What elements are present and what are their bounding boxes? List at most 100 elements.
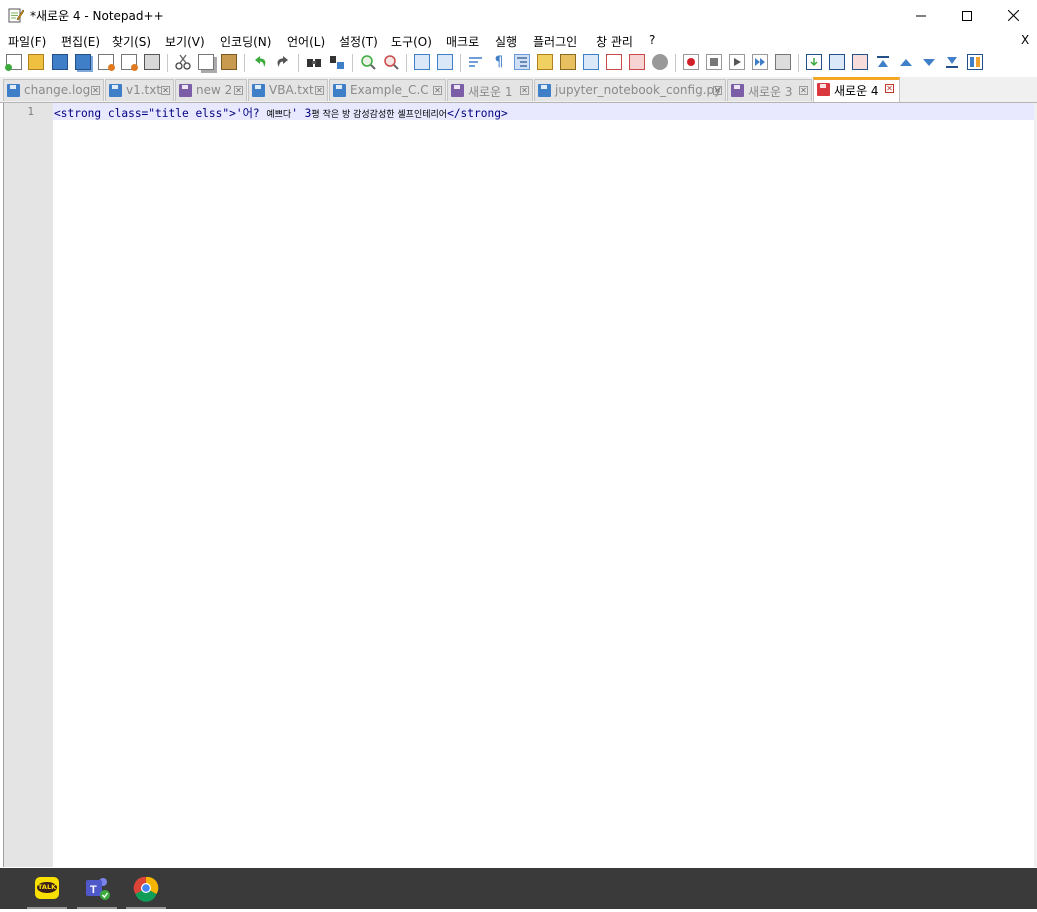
pen-icon[interactable] xyxy=(0,868,6,909)
new-file-icon[interactable] xyxy=(5,54,22,71)
playback-icon[interactable] xyxy=(729,54,745,70)
find-icon[interactable] xyxy=(306,54,322,70)
tab-label: jupyter_notebook_config.py xyxy=(555,83,722,97)
tab-close-icon[interactable]: ✕ xyxy=(433,86,442,95)
tab-label: 새로운 1 xyxy=(468,85,513,99)
menu-window[interactable]: 창 관리 xyxy=(596,33,633,50)
compare-settings-icon[interactable] xyxy=(967,54,983,70)
menu-plugins[interactable]: 플러그인 xyxy=(533,33,577,50)
tab-label: Example_C.C xyxy=(350,83,429,97)
replace-icon[interactable] xyxy=(329,54,345,70)
chrome-app[interactable] xyxy=(126,868,166,909)
tab-close-icon[interactable]: ✕ xyxy=(799,86,808,95)
maximize-button[interactable] xyxy=(944,0,990,31)
menu-edit[interactable]: 편집(E) xyxy=(61,33,100,50)
indent-guide-icon[interactable] xyxy=(514,54,530,70)
sync-horizontal-icon[interactable] xyxy=(437,54,453,70)
code-text: ' 3 xyxy=(291,107,312,120)
document-map-icon[interactable] xyxy=(560,54,576,70)
minimize-button[interactable] xyxy=(898,0,944,31)
tab-close-icon[interactable]: ✕ xyxy=(520,86,529,95)
tab-v1-txt[interactable]: v1.txt ✕ xyxy=(105,79,174,101)
notepadplusplus-icon xyxy=(8,8,24,23)
code-line[interactable]: <strong class="title elss">'어? 예쁘다' 3평 작… xyxy=(54,105,508,121)
code-open-tag: <strong class="title elss">'어? xyxy=(54,107,267,120)
tab-vba-txt[interactable]: VBA.txt ✕ xyxy=(248,79,328,101)
saved-file-icon xyxy=(252,84,265,97)
kakaotalk-app[interactable]: TALK xyxy=(27,868,67,909)
close-file-icon[interactable] xyxy=(98,54,115,71)
tab-close-icon[interactable]: ✕ xyxy=(315,86,324,95)
tab-example-c[interactable]: Example_C.C ✕ xyxy=(329,79,446,101)
next-diff-icon[interactable] xyxy=(921,54,937,70)
cut-icon[interactable] xyxy=(175,54,191,70)
close-window-button[interactable] xyxy=(990,0,1036,31)
tab-label: 새로운 3 xyxy=(748,85,793,99)
menu-file[interactable]: 파일(F) xyxy=(8,33,46,50)
last-diff-icon[interactable] xyxy=(944,54,960,70)
minimize-icon xyxy=(916,15,926,16)
tab-label: new 2 xyxy=(196,83,233,97)
function-list-icon[interactable] xyxy=(583,54,599,70)
unsaved-file-icon xyxy=(451,84,464,97)
save-all-icon[interactable] xyxy=(75,54,91,70)
tab-close-icon[interactable]: ✕ xyxy=(713,86,722,95)
undo-icon[interactable] xyxy=(252,54,268,70)
macro-disabled-icon xyxy=(652,54,668,70)
menu-encoding[interactable]: 인코딩(N) xyxy=(220,33,271,50)
tab-bar: change.log ✕ v1.txt ✕ new 2 ✕ VBA.txt ✕ … xyxy=(0,77,1037,103)
user-defined-language-icon[interactable] xyxy=(537,54,553,70)
word-wrap-icon[interactable] xyxy=(468,54,484,70)
show-all-characters-icon[interactable]: ¶ xyxy=(491,54,507,70)
teams-app[interactable]: T xyxy=(77,868,117,909)
menu-settings[interactable]: 설정(T) xyxy=(339,33,378,50)
menu-language[interactable]: 언어(L) xyxy=(287,33,325,50)
tab-jupyter-notebook-config[interactable]: jupyter_notebook_config.py ✕ xyxy=(534,79,726,101)
tab-change-log[interactable]: change.log ✕ xyxy=(3,79,104,101)
tab-new-4[interactable]: 새로운 4 ✕ xyxy=(813,77,900,102)
tab-close-icon[interactable]: ✕ xyxy=(885,84,894,93)
tab-new-1[interactable]: 새로운 1 ✕ xyxy=(447,79,533,101)
compare-clear-icon[interactable] xyxy=(852,54,868,70)
menu-help[interactable]: ? xyxy=(649,33,655,47)
open-file-icon[interactable] xyxy=(28,54,44,70)
zoom-out-icon[interactable] xyxy=(383,54,399,70)
close-icon xyxy=(1007,10,1019,21)
run-macro-multiple-icon[interactable] xyxy=(752,54,768,70)
saved-file-icon xyxy=(7,84,20,97)
tab-close-icon[interactable]: ✕ xyxy=(234,86,243,95)
stop-recording-icon[interactable] xyxy=(706,54,722,70)
previous-diff-icon[interactable] xyxy=(898,54,914,70)
save-icon[interactable] xyxy=(52,54,68,70)
code-korean-text: 예쁘다 xyxy=(266,110,292,120)
redo-icon[interactable] xyxy=(275,54,291,70)
first-diff-icon[interactable] xyxy=(875,54,891,70)
line-number: 1 xyxy=(27,105,34,118)
menu-search[interactable]: 찾기(S) xyxy=(112,33,151,50)
menu-view[interactable]: 보기(V) xyxy=(165,33,205,50)
saved-file-icon xyxy=(109,84,122,97)
compare-icon[interactable] xyxy=(829,54,845,70)
bookmark-next-icon[interactable] xyxy=(806,54,822,70)
sync-vertical-icon[interactable] xyxy=(414,54,430,70)
start-recording-icon[interactable] xyxy=(683,54,699,70)
tab-new-3[interactable]: 새로운 3 ✕ xyxy=(727,79,812,101)
close-document-button[interactable]: X xyxy=(1021,33,1029,47)
save-macro-icon[interactable] xyxy=(775,54,791,70)
editor-area[interactable]: 1 <strong class="title elss">'어? 예쁘다' 3평… xyxy=(3,103,1034,867)
tab-close-icon[interactable]: ✕ xyxy=(161,86,170,95)
zoom-in-icon[interactable] xyxy=(360,54,376,70)
saved-file-icon xyxy=(333,84,346,97)
menu-macro[interactable]: 매크로 xyxy=(446,33,479,50)
menu-tools[interactable]: 도구(O) xyxy=(391,33,432,50)
close-all-icon[interactable] xyxy=(121,54,138,71)
monitoring-icon[interactable] xyxy=(629,54,645,70)
menu-run[interactable]: 실행 xyxy=(495,33,517,50)
tab-new-2[interactable]: new 2 ✕ xyxy=(175,79,247,101)
folder-as-workspace-icon[interactable] xyxy=(606,54,622,70)
print-icon[interactable] xyxy=(144,54,160,70)
copy-icon[interactable] xyxy=(198,54,214,70)
paste-icon[interactable] xyxy=(221,54,237,70)
kakaotalk-icon: TALK xyxy=(35,877,59,899)
tab-close-icon[interactable]: ✕ xyxy=(91,86,100,95)
